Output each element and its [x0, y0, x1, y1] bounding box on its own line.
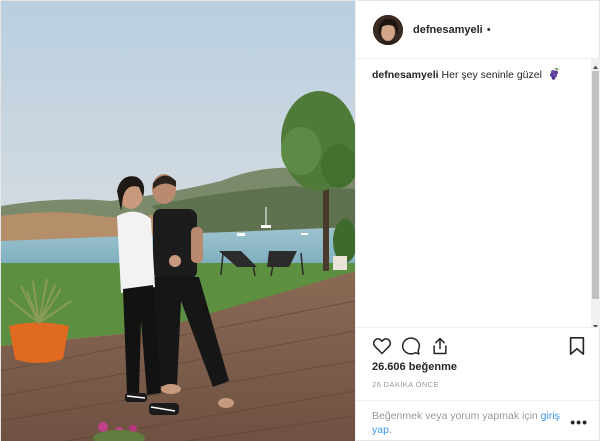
photo-scene — [1, 1, 355, 441]
heart-icon[interactable] — [372, 336, 392, 356]
post-photo[interactable] — [1, 1, 355, 441]
caption-username[interactable]: defnesamyeli — [372, 69, 439, 81]
action-icons — [372, 336, 459, 356]
post-actions: 26.606 beğenme 26 DAKİKA ÖNCE Beğenmek v… — [356, 327, 600, 441]
comment-icon[interactable] — [401, 336, 421, 356]
comments-area: defnesamyeli Her şey seninle güzel — [356, 59, 592, 327]
bookmark-icon[interactable] — [568, 336, 586, 356]
header-username[interactable]: defnesamyeli — [413, 24, 483, 36]
login-prompt-period: . — [388, 424, 392, 436]
share-icon[interactable] — [430, 336, 450, 356]
grapes-emoji — [548, 68, 560, 80]
instagram-post: defnesamyeli • defnesamyeli Her şey senin… — [0, 0, 600, 441]
comments-scrollbar[interactable] — [591, 59, 600, 329]
header-separator: • — [486, 23, 491, 36]
post-timestamp[interactable]: 26 DAKİKA ÖNCE — [372, 380, 439, 389]
likes-count[interactable]: 26.606 beğenme — [372, 361, 457, 373]
post-sidebar: defnesamyeli • defnesamyeli Her şey senin… — [355, 1, 600, 441]
login-prompt-label: Beğenmek veya yorum yapmak için — [372, 410, 538, 422]
scroll-up-arrow-icon[interactable] — [591, 59, 600, 69]
avatar[interactable] — [373, 14, 403, 45]
caption: defnesamyeli Her şey seninle güzel — [372, 68, 592, 82]
scroll-thumb[interactable] — [592, 71, 599, 299]
scroll-down-arrow-icon[interactable] — [591, 318, 600, 329]
avatar-image — [373, 14, 403, 45]
more-options-button[interactable]: ••• — [570, 414, 588, 430]
caption-text: Her şey seninle güzel — [441, 69, 542, 81]
post-header: defnesamyeli • — [356, 1, 600, 59]
login-prompt-text: Beğenmek veya yorum yapmak için giriş ya… — [372, 409, 562, 437]
login-prompt: Beğenmek veya yorum yapmak için giriş ya… — [356, 400, 600, 441]
